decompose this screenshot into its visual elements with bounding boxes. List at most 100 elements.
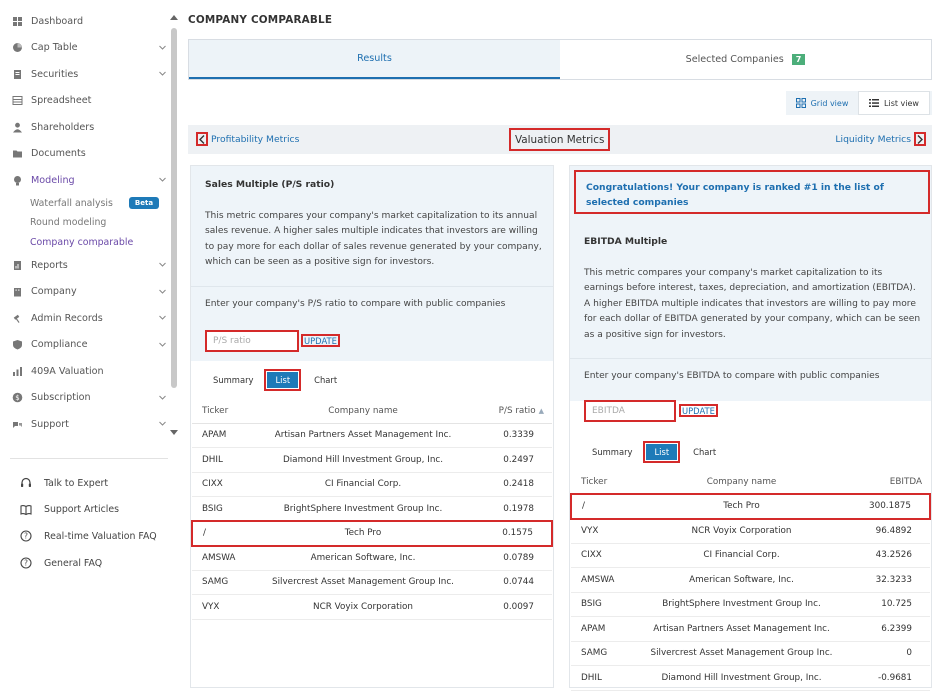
table-row[interactable]: VYX NCR Voyix Corporation 0.0097 bbox=[192, 594, 552, 620]
help-link-talk-to-expert[interactable]: Talk to Expert bbox=[20, 470, 157, 497]
metric-header[interactable]: P/S ratio ▲ bbox=[472, 399, 552, 424]
summary-tab[interactable]: Summary bbox=[592, 447, 632, 457]
help-link-real-time-valuation-faq[interactable]: ? Real-time Valuation FAQ bbox=[20, 523, 157, 550]
company-name-cell: BrightSphere Investment Group Inc. bbox=[254, 496, 472, 522]
ps-update-button[interactable]: UPDATE bbox=[301, 334, 340, 347]
help-link-general-faq[interactable]: ? General FAQ bbox=[20, 550, 157, 577]
table-row[interactable]: AMSWA American Software, Inc. 32.3233 bbox=[571, 567, 930, 593]
grid-view-button[interactable]: Grid view bbox=[786, 91, 858, 115]
sidebar-item-support[interactable]: Support bbox=[0, 411, 168, 438]
prev-metric-label[interactable]: Profitability Metrics bbox=[211, 134, 299, 145]
ps-view-tabs: Summary List Chart bbox=[213, 369, 351, 391]
svg-text:?: ? bbox=[24, 559, 28, 568]
chart-tab[interactable]: Chart bbox=[693, 447, 716, 457]
chevron-down-icon[interactable] bbox=[159, 70, 166, 77]
pie-chart-icon bbox=[13, 43, 22, 53]
chevron-down-icon[interactable] bbox=[159, 288, 166, 295]
sidebar-item-company[interactable]: Company bbox=[0, 279, 168, 306]
ticker-cell: BSIG bbox=[192, 496, 254, 522]
company-name-cell: American Software, Inc. bbox=[633, 567, 850, 593]
prev-metric-link[interactable]: Profitability Metrics bbox=[196, 132, 299, 146]
chevron-down-icon[interactable] bbox=[159, 420, 166, 427]
ticker-cell: / bbox=[191, 520, 254, 547]
ticker-header: Ticker bbox=[571, 470, 633, 495]
list-tab[interactable]: List bbox=[643, 441, 681, 463]
tab-selected-companies[interactable]: Selected Companies 7 bbox=[560, 40, 931, 79]
chevron-down-icon[interactable] bbox=[159, 176, 166, 183]
metric-header[interactable]: EBITDA bbox=[850, 470, 930, 495]
metric-value-cell: 0.2418 bbox=[472, 472, 552, 497]
sidebar-item-reports[interactable]: Reports bbox=[0, 252, 168, 279]
ps-ratio-input[interactable]: P/S ratio bbox=[205, 330, 299, 352]
table-row[interactable]: DHIL Diamond Hill Investment Group, Inc. -… bbox=[571, 665, 930, 691]
list-view-button[interactable]: List view bbox=[858, 91, 930, 115]
chart-tab[interactable]: Chart bbox=[314, 375, 337, 385]
help-link-support-articles[interactable]: Support Articles bbox=[20, 497, 157, 524]
table-row[interactable]: APAM Artisan Partners Asset Management In… bbox=[192, 423, 552, 448]
ebitda-input[interactable]: EBITDA bbox=[584, 400, 676, 422]
table-row[interactable]: / Tech Pro 300.1875 bbox=[570, 493, 931, 520]
ebitda-update-button[interactable]: UPDATE bbox=[679, 404, 718, 417]
next-metric-link[interactable]: Liquidity Metrics bbox=[835, 132, 926, 146]
sidebar-item-label: Admin Records bbox=[31, 312, 103, 324]
chevron-down-icon[interactable] bbox=[159, 314, 166, 321]
table-row[interactable]: BSIG BrightSphere Investment Group Inc. 10… bbox=[571, 592, 930, 617]
chevron-down-icon[interactable] bbox=[159, 44, 166, 51]
summary-tab[interactable]: Summary bbox=[213, 375, 253, 385]
ticker-cell: CIXX bbox=[192, 472, 254, 497]
sidebar-item-subscription[interactable]: $ Subscription bbox=[0, 385, 168, 412]
table-row[interactable]: VYX NCR Voyix Corporation 96.4892 bbox=[571, 518, 930, 544]
metric-value-cell: 0.0789 bbox=[472, 545, 552, 571]
ticker-cell: CIXX bbox=[571, 543, 633, 568]
sidebar: Dashboard Cap Table Securities Spreadsheet S… bbox=[0, 0, 182, 698]
scroll-up-icon[interactable] bbox=[170, 14, 178, 22]
chevron-right-icon[interactable] bbox=[914, 132, 926, 146]
next-metric-label[interactable]: Liquidity Metrics bbox=[835, 134, 911, 145]
sidebar-item-modeling[interactable]: Modeling bbox=[0, 167, 168, 194]
scroll-down-icon[interactable] bbox=[170, 428, 178, 436]
sidebar-scrollbar[interactable] bbox=[170, 14, 178, 440]
table-row[interactable]: CIXX CI Financial Corp. 43.2526 bbox=[571, 543, 930, 568]
table-row[interactable]: APAM Artisan Partners Asset Management In… bbox=[571, 616, 930, 642]
ps-table: Ticker Company name P/S ratio ▲ APAM Artisan … bbox=[191, 399, 553, 620]
sidebar-item-documents[interactable]: Documents bbox=[0, 141, 168, 168]
sidebar-item-spreadsheet[interactable]: Spreadsheet bbox=[0, 88, 168, 115]
sidebar-item-compliance[interactable]: Compliance bbox=[0, 332, 168, 359]
ticker-cell: VYX bbox=[571, 518, 633, 544]
company-name-cell: Diamond Hill Investment Group, Inc. bbox=[254, 447, 472, 473]
table-row[interactable]: BSIG BrightSphere Investment Group Inc. 0.… bbox=[192, 496, 552, 522]
scroll-thumb[interactable] bbox=[171, 28, 177, 388]
sidebar-item-dashboard[interactable]: Dashboard bbox=[0, 8, 168, 35]
chevron-down-icon[interactable] bbox=[159, 261, 166, 268]
ps-prompt: Enter your company's P/S ratio to compar… bbox=[205, 299, 506, 309]
sidebar-item-409a-valuation[interactable]: 409A Valuation bbox=[0, 358, 168, 385]
chevron-down-icon[interactable] bbox=[159, 341, 166, 348]
beta-badge: Beta bbox=[128, 197, 160, 210]
sidebar-subitem-round-modeling[interactable]: Round modeling bbox=[0, 213, 168, 233]
list-tab[interactable]: List bbox=[264, 369, 302, 391]
table-row[interactable]: SAMG Silvercrest Asset Management Group I… bbox=[571, 641, 930, 666]
sidebar-item-securities[interactable]: Securities bbox=[0, 61, 168, 88]
sort-icon[interactable]: ▲ bbox=[539, 407, 544, 415]
tab-results[interactable]: Results bbox=[189, 40, 560, 79]
table-row[interactable]: CIXX CI Financial Corp. 0.2418 bbox=[192, 472, 552, 497]
sidebar-divider bbox=[10, 458, 168, 459]
page-title: COMPANY COMPARABLE bbox=[188, 14, 333, 26]
table-row[interactable]: AMSWA American Software, Inc. 0.0789 bbox=[192, 545, 552, 571]
sidebar-item-label: Compliance bbox=[31, 339, 88, 351]
chevron-left-icon[interactable] bbox=[196, 132, 208, 146]
shield-icon bbox=[13, 340, 22, 350]
sidebar-item-cap-table[interactable]: Cap Table bbox=[0, 35, 168, 62]
sidebar-item-label: 409A Valuation bbox=[31, 365, 104, 377]
sidebar-subitem-waterfall-analysis[interactable]: Waterfall analysis Beta bbox=[0, 194, 168, 214]
sidebar-item-admin-records[interactable]: Admin Records bbox=[0, 305, 168, 332]
table-header-row: Ticker Company name EBITDA bbox=[571, 470, 930, 495]
table-row[interactable]: SAMG Silvercrest Asset Management Group I… bbox=[192, 570, 552, 595]
table-row[interactable]: DHIL Diamond Hill Investment Group, Inc. 0… bbox=[192, 447, 552, 473]
table-row[interactable]: / Tech Pro 0.1575 bbox=[191, 520, 553, 547]
metric-value-cell: 0.2497 bbox=[472, 447, 552, 473]
question-icon: ? bbox=[20, 557, 32, 569]
sidebar-subitem-company-comparable[interactable]: Company comparable bbox=[0, 233, 168, 253]
sidebar-item-shareholders[interactable]: Shareholders bbox=[0, 114, 168, 141]
chevron-down-icon[interactable] bbox=[159, 394, 166, 401]
